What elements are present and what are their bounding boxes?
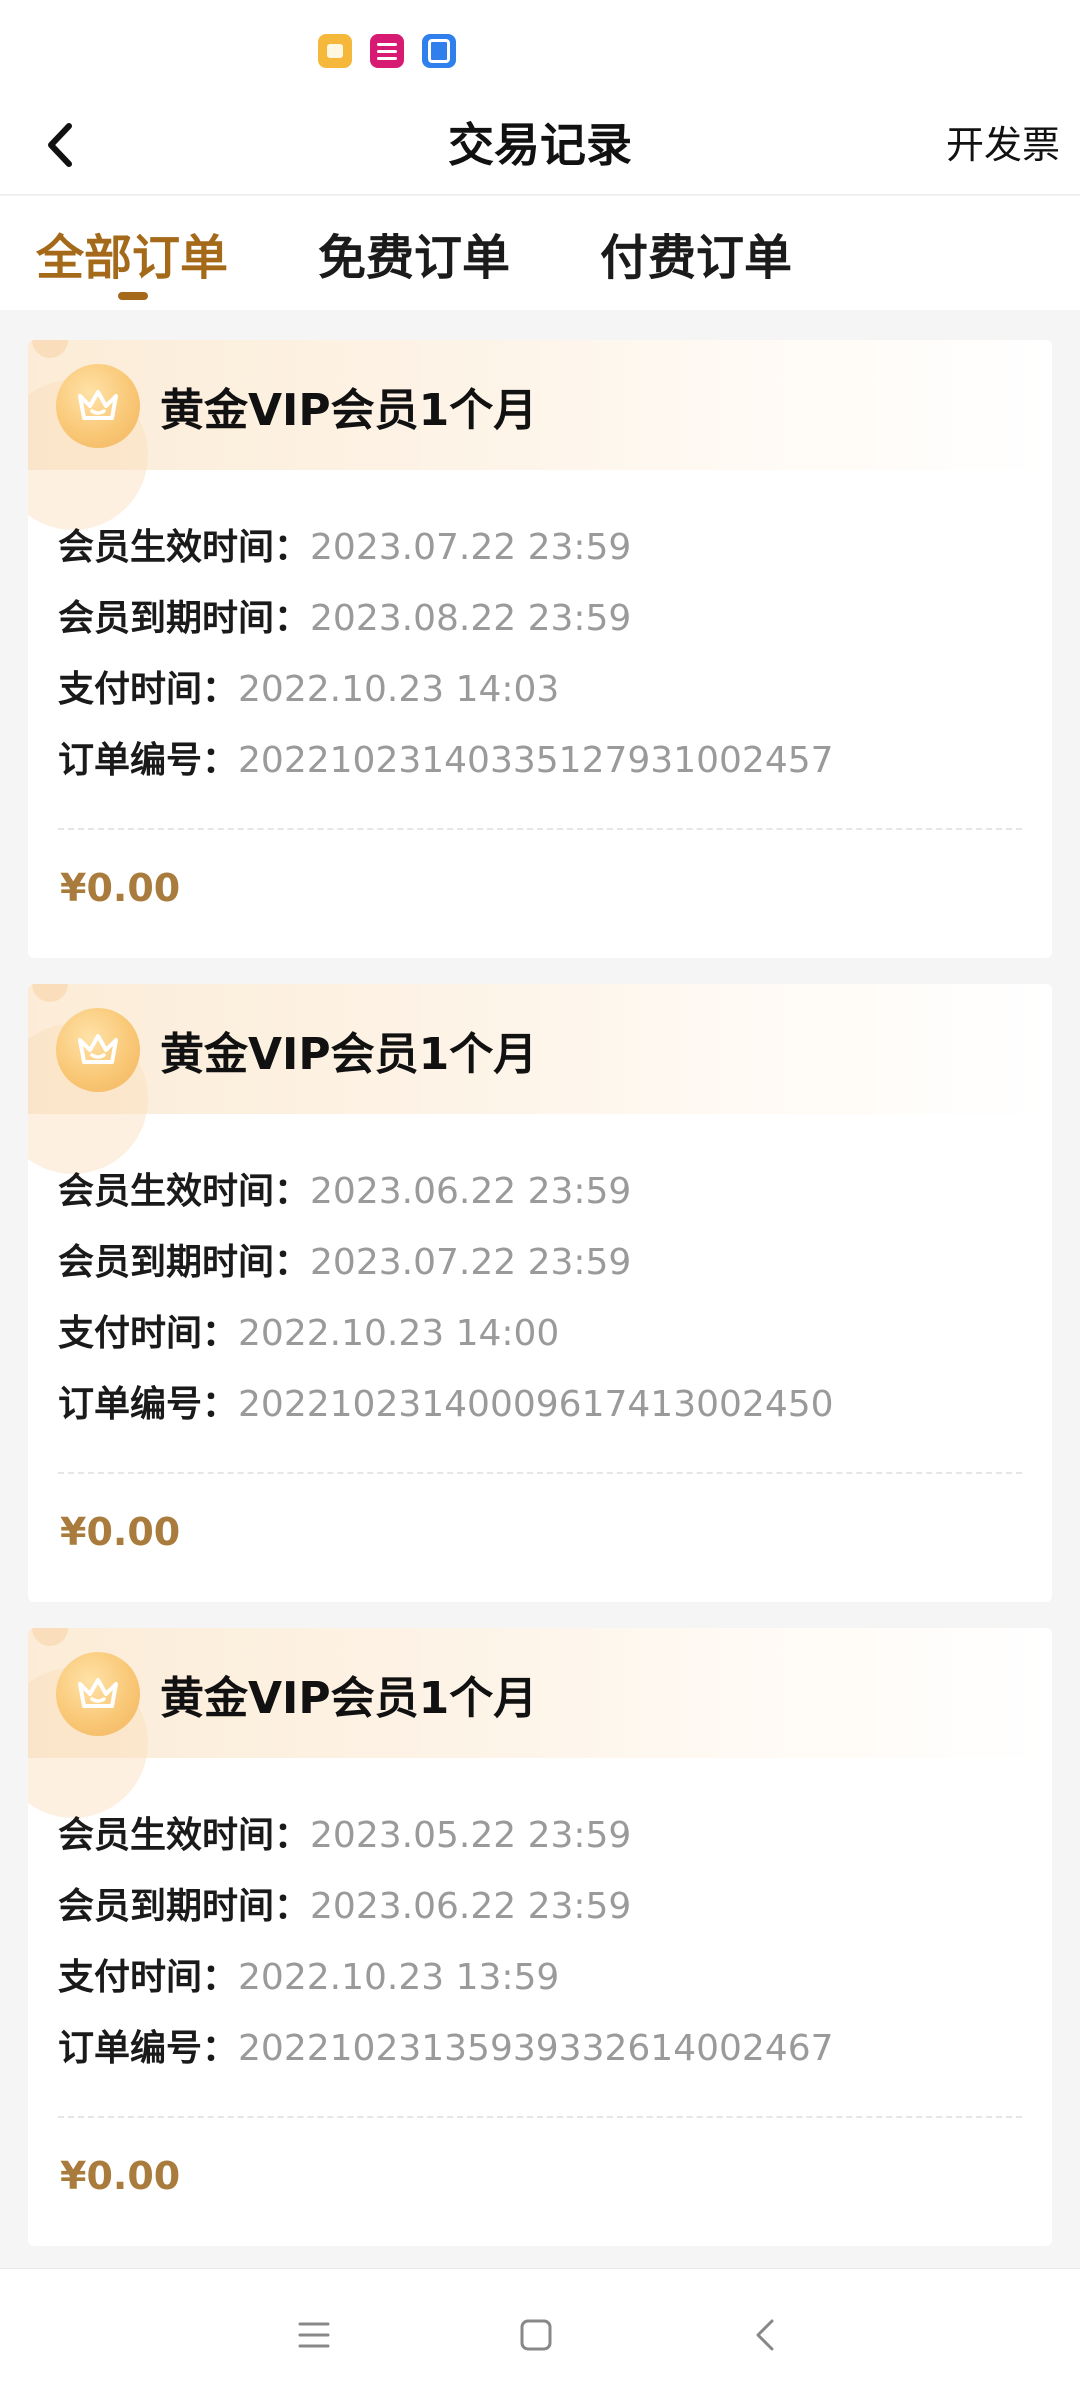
pay-time-label: 支付时间： xyxy=(58,1957,239,1998)
shopping-app-notification-icon xyxy=(370,34,404,68)
tab-paid-orders[interactable]: 付费订单 xyxy=(600,218,792,288)
back-triangle-icon xyxy=(756,2319,774,2351)
order-number-value: 20221023140335127931002457 xyxy=(238,740,834,781)
order-number-label: 订单编号： xyxy=(58,1384,239,1425)
effective-time-label: 会员生效时间： xyxy=(58,527,311,568)
product-title: 黄金VIP会员1个月 xyxy=(160,385,538,436)
home-square-icon xyxy=(520,2319,552,2351)
status-bar xyxy=(0,0,1080,95)
product-title: 黄金VIP会员1个月 xyxy=(160,1029,538,1080)
order-filter-tabs: 全部订单 免费订单 付费订单 xyxy=(0,196,1080,310)
issue-invoice-button[interactable]: 开发票 xyxy=(946,95,1060,195)
system-navigation-bar xyxy=(0,2268,1080,2400)
expire-time-value: 2023.08.22 23:59 xyxy=(310,598,632,639)
order-card[interactable]: 黄金VIP会员1个月 会员生效时间：2023.07.22 23:59 会员到期时… xyxy=(28,340,1052,958)
crown-badge xyxy=(56,1652,140,1736)
expire-time-value: 2023.06.22 23:59 xyxy=(310,1886,632,1927)
expire-time-label: 会员到期时间： xyxy=(58,598,311,639)
browser-app-notification-icon xyxy=(422,34,456,68)
order-card[interactable]: 黄金VIP会员1个月 会员生效时间：2023.05.22 23:59 会员到期时… xyxy=(28,1628,1052,2246)
effective-time-value: 2023.06.22 23:59 xyxy=(310,1171,632,1212)
pay-time-label: 支付时间： xyxy=(58,669,239,710)
effective-time-row: 会员生效时间：2023.05.22 23:59 xyxy=(58,1806,631,1858)
app-root: 交易记录 开发票 全部订单 免费订单 付费订单 黄金VIP会员1个月 会员生效时… xyxy=(0,0,1080,2400)
crown-icon xyxy=(78,1678,118,1708)
tab-free-orders[interactable]: 免费订单 xyxy=(318,218,510,288)
pay-time-label: 支付时间： xyxy=(58,1313,239,1354)
tab-all-orders[interactable]: 全部订单 xyxy=(36,218,228,288)
order-number-label: 订单编号： xyxy=(58,2028,239,2069)
dashed-divider xyxy=(58,1472,1022,1474)
crown-badge xyxy=(56,364,140,448)
crown-badge xyxy=(56,1008,140,1092)
order-price: ¥0.00 xyxy=(60,866,181,910)
header-decoration xyxy=(32,340,68,358)
pay-time-row: 支付时间：2022.10.23 14:00 xyxy=(58,1304,559,1356)
effective-time-label: 会员生效时间： xyxy=(58,1815,311,1856)
order-number-value: 20221023140009617413002450 xyxy=(238,1384,834,1425)
order-card-header: 黄金VIP会员1个月 xyxy=(28,1628,1052,1818)
header-decoration xyxy=(32,1628,68,1646)
expire-time-row: 会员到期时间：2023.08.22 23:59 xyxy=(58,589,631,641)
header-decoration xyxy=(32,984,68,1002)
crown-icon xyxy=(78,1034,118,1064)
effective-time-value: 2023.05.22 23:59 xyxy=(310,1815,632,1856)
order-number-label: 订单编号： xyxy=(58,740,239,781)
dashed-divider xyxy=(58,828,1022,830)
pay-time-value: 2022.10.23 14:03 xyxy=(238,669,560,710)
system-back-button[interactable] xyxy=(736,2305,796,2365)
order-number-row: 订单编号：20221023135939332614002467 xyxy=(58,2019,834,2071)
order-number-value: 20221023135939332614002467 xyxy=(238,2028,834,2069)
home-button[interactable] xyxy=(506,2305,566,2365)
top-app-bar: 交易记录 开发票 xyxy=(0,95,1080,195)
order-price: ¥0.00 xyxy=(60,1510,181,1554)
effective-time-row: 会员生效时间：2023.07.22 23:59 xyxy=(58,518,631,570)
notification-icons xyxy=(318,34,456,68)
page-title: 交易记录 xyxy=(448,118,632,172)
effective-time-value: 2023.07.22 23:59 xyxy=(310,527,632,568)
order-card[interactable]: 黄金VIP会员1个月 会员生效时间：2023.06.22 23:59 会员到期时… xyxy=(28,984,1052,1602)
effective-time-label: 会员生效时间： xyxy=(58,1171,311,1212)
pay-time-row: 支付时间：2022.10.23 13:59 xyxy=(58,1948,559,2000)
expire-time-row: 会员到期时间：2023.06.22 23:59 xyxy=(58,1877,631,1929)
product-title: 黄金VIP会员1个月 xyxy=(160,1673,538,1724)
effective-time-row: 会员生效时间：2023.06.22 23:59 xyxy=(58,1162,631,1214)
pay-time-value: 2022.10.23 13:59 xyxy=(238,1957,560,1998)
menu-icon xyxy=(298,2322,330,2348)
pay-time-value: 2022.10.23 14:00 xyxy=(238,1313,560,1354)
expire-time-label: 会员到期时间： xyxy=(58,1886,311,1927)
order-number-row: 订单编号：20221023140009617413002450 xyxy=(58,1375,834,1427)
order-number-row: 订单编号：20221023140335127931002457 xyxy=(58,731,834,783)
expire-time-row: 会员到期时间：2023.07.22 23:59 xyxy=(58,1233,631,1285)
order-price: ¥0.00 xyxy=(60,2154,181,2198)
expire-time-label: 会员到期时间： xyxy=(58,1242,311,1283)
active-tab-indicator xyxy=(118,292,148,300)
expire-time-value: 2023.07.22 23:59 xyxy=(310,1242,632,1283)
pay-time-row: 支付时间：2022.10.23 14:03 xyxy=(58,660,559,712)
crown-icon xyxy=(78,390,118,420)
message-app-notification-icon xyxy=(318,34,352,68)
recent-apps-button[interactable] xyxy=(284,2305,344,2365)
order-card-header: 黄金VIP会员1个月 xyxy=(28,984,1052,1174)
dashed-divider xyxy=(58,2116,1022,2118)
order-card-header: 黄金VIP会员1个月 xyxy=(28,340,1052,530)
